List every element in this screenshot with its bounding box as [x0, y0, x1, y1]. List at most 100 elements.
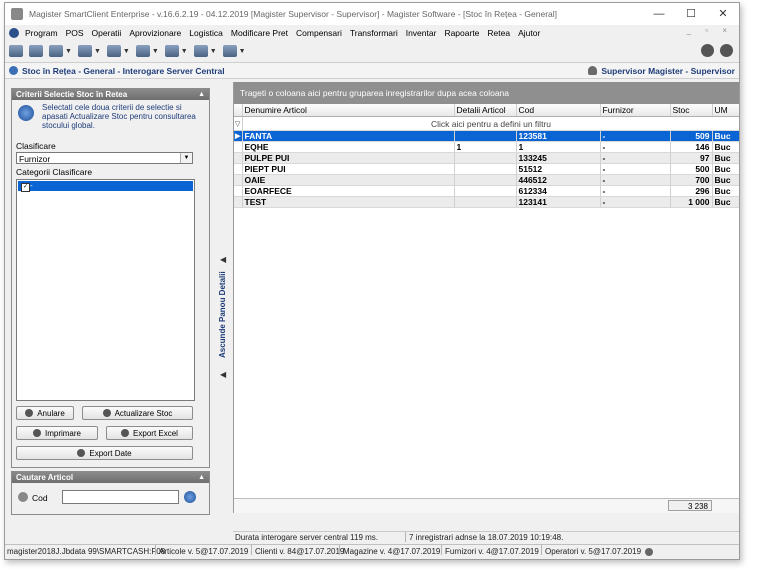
truck-tool[interactable]: ▼	[77, 45, 101, 57]
cell-code[interactable]: 446512	[516, 174, 601, 186]
menu-rapoarte[interactable]: Rapoarte	[440, 28, 483, 38]
filter-icon[interactable]: ▽	[234, 116, 243, 131]
cell-stock[interactable]: 296	[670, 185, 713, 197]
document-tool[interactable]: ▼	[106, 45, 130, 57]
menu-pos[interactable]: POS	[62, 28, 88, 38]
actualizare-stoc-button[interactable]: Actualizare Stoc	[82, 406, 193, 420]
menu-inventar[interactable]: Inventar	[402, 28, 441, 38]
cell-stock[interactable]: 500	[670, 163, 713, 175]
close-button[interactable]: ✕	[707, 3, 739, 25]
help-icon[interactable]	[701, 44, 714, 57]
arrow-left-icon[interactable]: ◀	[220, 255, 226, 264]
group-by-area[interactable]: Trageti o coloana aici pentru gruparea i…	[234, 82, 739, 104]
cell-code[interactable]: 133245	[516, 152, 601, 164]
collapse-icon[interactable]: ▲	[198, 472, 205, 483]
cell-detail[interactable]	[454, 163, 517, 175]
menu-program[interactable]: Program	[21, 28, 62, 38]
users-tool[interactable]: ▼	[49, 45, 72, 57]
checkbox[interactable]: ✓	[21, 183, 30, 192]
cell-name[interactable]: FANTA	[242, 130, 455, 142]
chevron-down-icon[interactable]: ▼	[239, 48, 246, 55]
chevron-down-icon[interactable]: ▼	[152, 48, 159, 55]
cell-name[interactable]: EOARFECE	[242, 185, 455, 197]
cell-name[interactable]: TEST	[242, 196, 455, 208]
anulare-button[interactable]: Anulare	[16, 406, 74, 420]
table-row[interactable]: PULPE PUI 133245 - 97 Buc	[234, 152, 739, 164]
cell-stock[interactable]: 700	[670, 174, 713, 186]
chevron-down-icon[interactable]: ▼	[210, 48, 217, 55]
clasificare-select[interactable]: Furnizor ▼	[16, 152, 193, 164]
report-tool[interactable]: ▼	[164, 45, 188, 57]
chevron-down-icon[interactable]: ▼	[180, 153, 192, 163]
cell-detail[interactable]	[454, 152, 517, 164]
export-excel-button[interactable]: Export Excel	[106, 426, 193, 440]
column-header-cod[interactable]: Cod	[516, 104, 601, 117]
menu-aprovizionare[interactable]: Aprovizionare	[125, 28, 185, 38]
column-header-furnizor[interactable]: Furnizor	[600, 104, 671, 117]
menu-modificare-pret[interactable]: Modificare Pret	[227, 28, 292, 38]
cell-name[interactable]: EQHE	[242, 141, 455, 153]
column-header-detalii[interactable]: Detalii Articol	[454, 104, 517, 117]
column-header-denumire[interactable]: Denumire Articol	[242, 104, 455, 117]
cell-detail[interactable]	[454, 196, 517, 208]
cell-code[interactable]: 123141	[516, 196, 601, 208]
cell-name[interactable]: PIEPT PUI	[242, 163, 455, 175]
cell-detail[interactable]: 1	[454, 141, 517, 153]
table-row[interactable]: EOARFECE 612334 - 296 Buc	[234, 185, 739, 197]
table-row[interactable]: TEST 123141 - 1 000 Buc	[234, 196, 739, 208]
cell-stock[interactable]: 1 000	[670, 196, 713, 208]
cell-um[interactable]: Buc	[712, 130, 739, 142]
cell-detail[interactable]	[454, 185, 517, 197]
cell-supplier[interactable]: -	[600, 152, 671, 164]
folder-tool[interactable]	[9, 45, 23, 57]
minimize-button[interactable]: —	[643, 3, 675, 25]
cell-supplier[interactable]: -	[600, 141, 671, 153]
cell-detail[interactable]	[454, 130, 517, 142]
collapse-icon[interactable]: ▲	[198, 89, 205, 100]
menu-logistica[interactable]: Logistica	[185, 28, 227, 38]
chevron-down-icon[interactable]: ▼	[181, 48, 188, 55]
arrow-left-icon[interactable]: ◀	[220, 370, 226, 379]
cash-register-tool[interactable]	[29, 45, 43, 57]
monitor-tool[interactable]: ▼	[135, 45, 159, 57]
table-row[interactable]: ▶ FANTA 123581 - 509 Buc	[234, 130, 739, 142]
cell-stock[interactable]: 509	[670, 130, 713, 142]
cell-um[interactable]: Buc	[712, 152, 739, 164]
cell-stock[interactable]: 97	[670, 152, 713, 164]
panel-splitter[interactable]: ◀ Ascunde Panou Detalii ◀	[217, 88, 231, 512]
cell-supplier[interactable]: -	[600, 185, 671, 197]
cell-code[interactable]: 51512	[516, 163, 601, 175]
table-row[interactable]: OAIE 446512 - 700 Buc	[234, 174, 739, 186]
cell-code[interactable]: 612334	[516, 185, 601, 197]
chevron-down-icon[interactable]: ▼	[94, 48, 101, 55]
table-row[interactable]: EQHE 1 1 - 146 Buc	[234, 141, 739, 153]
cell-code[interactable]: 1	[516, 141, 601, 153]
cell-um[interactable]: Buc	[712, 174, 739, 186]
cell-um[interactable]: Buc	[712, 196, 739, 208]
table-row[interactable]: PIEPT PUI 51512 - 500 Buc	[234, 163, 739, 175]
cell-um[interactable]: Buc	[712, 141, 739, 153]
exit-tool[interactable]: ▼	[222, 45, 246, 57]
cell-supplier[interactable]: -	[600, 130, 671, 142]
chevron-down-icon[interactable]: ▼	[123, 48, 130, 55]
imprimare-button[interactable]: Imprimare	[16, 426, 98, 440]
chevron-down-icon[interactable]: ▼	[65, 48, 72, 55]
cell-supplier[interactable]: -	[600, 196, 671, 208]
column-header-stoc[interactable]: Stoc	[670, 104, 713, 117]
search-icon[interactable]	[184, 491, 196, 503]
cell-supplier[interactable]: -	[600, 174, 671, 186]
maximize-button[interactable]: ☐	[675, 3, 707, 25]
cell-supplier[interactable]: -	[600, 163, 671, 175]
cell-stock[interactable]: 146	[670, 141, 713, 153]
cell-detail[interactable]	[454, 174, 517, 186]
cell-code[interactable]: 123581	[516, 130, 601, 142]
menu-retea[interactable]: Retea	[483, 28, 514, 38]
export-date-button[interactable]: Export Date	[16, 446, 193, 460]
cell-name[interactable]: PULPE PUI	[242, 152, 455, 164]
menu-compensari[interactable]: Compensari	[292, 28, 346, 38]
menu-transformari[interactable]: Transformari	[346, 28, 402, 38]
categorii-item[interactable]: ✓ -	[18, 181, 193, 192]
exit-door-icon[interactable]	[720, 44, 733, 57]
cell-um[interactable]: Buc	[712, 185, 739, 197]
mdi-controls[interactable]: _ ▫ ×	[687, 26, 733, 35]
